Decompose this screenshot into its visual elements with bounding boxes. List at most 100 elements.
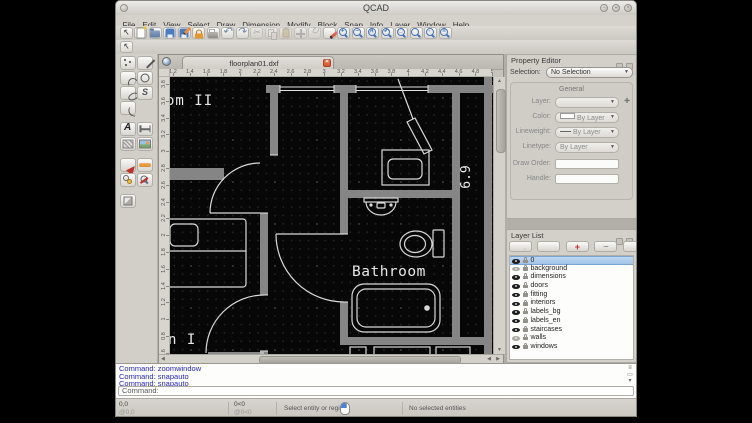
new-file-button[interactable] xyxy=(134,27,147,39)
selection-combobox[interactable]: No Selection ▼ xyxy=(546,67,633,78)
lock-icon[interactable] xyxy=(523,337,528,341)
scroll-down-icon[interactable]: ▼ xyxy=(494,347,505,353)
layer-row-fitting[interactable]: fitting xyxy=(510,291,633,300)
edit-layer-button[interactable] xyxy=(623,241,637,252)
layer-row-labels_en[interactable]: labels_en xyxy=(510,317,633,326)
text-tool-button[interactable] xyxy=(120,122,136,136)
lock-icon[interactable] xyxy=(523,276,528,280)
tab-close-button[interactable]: × xyxy=(323,59,331,67)
linetype-combobox[interactable]: By Layer ▼ xyxy=(555,142,619,153)
auto-zoom-button[interactable] xyxy=(366,27,379,39)
eye-icon[interactable] xyxy=(512,302,520,307)
lock-icon[interactable] xyxy=(523,311,528,315)
layer-row-walls[interactable]: walls xyxy=(510,334,633,343)
layer-row-labels_bg[interactable]: labels_bg xyxy=(510,308,633,317)
lock-icon[interactable] xyxy=(523,302,528,306)
zoom-page-button[interactable] xyxy=(439,27,452,39)
blocks-tool-button[interactable] xyxy=(120,173,136,187)
save-button[interactable] xyxy=(163,27,176,39)
scroll-left-icon[interactable]: ◀ xyxy=(161,356,165,362)
lock-icon[interactable] xyxy=(523,293,528,297)
lock-icon[interactable] xyxy=(523,345,528,349)
polyline-tool-button[interactable] xyxy=(120,101,136,115)
layer-row-staircases[interactable]: staircases xyxy=(510,326,633,335)
eye-icon[interactable] xyxy=(512,275,520,280)
pan-zoom-button[interactable] xyxy=(410,27,423,39)
layer-row-interiors[interactable]: interiors xyxy=(510,299,633,308)
add-layer-button[interactable]: + xyxy=(566,241,589,252)
print-button[interactable] xyxy=(207,27,220,39)
eye-icon[interactable] xyxy=(512,284,520,289)
point-tool-button[interactable] xyxy=(120,56,136,70)
eye-off-icon[interactable] xyxy=(512,267,520,272)
eye-icon[interactable] xyxy=(512,259,520,264)
document-tab[interactable]: floorplan01.dxf × xyxy=(182,56,334,69)
drawing-canvas[interactable]: om II n I Bathroom 6.9 xyxy=(170,77,493,354)
layer-combobox[interactable]: ▼ xyxy=(555,97,619,108)
eye-off-icon[interactable] xyxy=(512,336,520,341)
command-collapse-icon[interactable]: ▾ xyxy=(626,378,634,385)
close-button[interactable]: × xyxy=(624,4,632,12)
zoom-selection-button[interactable] xyxy=(424,27,437,39)
remove-layer-button[interactable]: − xyxy=(594,241,617,252)
undo-button[interactable] xyxy=(221,27,234,39)
selection-pointer-button[interactable] xyxy=(120,41,133,53)
maximize-button[interactable]: + xyxy=(612,4,620,12)
lineweight-combobox[interactable]: By Layer ▼ xyxy=(555,127,619,138)
layer-row-windows[interactable]: windows xyxy=(510,343,633,352)
zoom-in-button[interactable] xyxy=(337,27,350,39)
eye-icon[interactable] xyxy=(512,345,520,350)
handle-input[interactable] xyxy=(555,174,619,184)
draw-pen-button[interactable] xyxy=(323,27,336,39)
eye-icon[interactable] xyxy=(512,319,520,324)
cube-tool-button[interactable] xyxy=(120,194,136,208)
trim-tool-button[interactable] xyxy=(137,158,153,172)
dimension-tool-button[interactable] xyxy=(137,122,153,136)
layer-row-background[interactable]: background xyxy=(510,265,633,274)
redo-button[interactable] xyxy=(236,27,249,39)
lock-icon[interactable] xyxy=(523,285,528,289)
ellipse-tool-button[interactable] xyxy=(120,86,136,100)
lock-icon[interactable] xyxy=(523,260,528,264)
image-tool-button[interactable] xyxy=(137,137,153,151)
eye-icon[interactable] xyxy=(512,328,520,333)
modify-tool-button[interactable] xyxy=(120,158,136,172)
lock-icon[interactable] xyxy=(523,319,528,323)
spline-tool-button[interactable] xyxy=(137,86,153,100)
layer-row-0[interactable]: 0 xyxy=(510,256,633,265)
previous-view-button[interactable] xyxy=(381,27,394,39)
minimize-button[interactable]: − xyxy=(600,4,608,12)
cut-button[interactable] xyxy=(250,27,263,39)
paste-button[interactable] xyxy=(279,27,292,39)
eye-icon[interactable] xyxy=(512,293,520,298)
hatch-tool-button[interactable] xyxy=(120,137,136,151)
command-input[interactable]: Command: xyxy=(118,386,634,396)
vertical-scrollbar[interactable]: ▲ ▼ xyxy=(493,77,505,354)
move-button[interactable] xyxy=(294,27,307,39)
arc-tool-button[interactable] xyxy=(120,71,136,85)
scroll-up-icon[interactable]: ▲ xyxy=(494,78,505,84)
horizontal-scrollbar[interactable]: ◀ ◀ ▶ xyxy=(159,354,503,363)
copy-button[interactable] xyxy=(265,27,278,39)
hide-all-layers-button[interactable] xyxy=(537,241,560,252)
draworder-input[interactable] xyxy=(555,159,619,169)
color-combobox[interactable]: By Layer ▼ xyxy=(555,112,619,123)
lock-icon[interactable] xyxy=(523,328,528,332)
vertical-scroll-thumb[interactable] xyxy=(496,89,506,153)
show-all-layers-button[interactable] xyxy=(509,241,532,252)
scroll-left2-icon[interactable]: ◀ xyxy=(487,356,491,362)
lock-icon[interactable] xyxy=(523,267,528,271)
reset-pointer-button[interactable] xyxy=(120,27,133,39)
layer-row-doors[interactable]: doors xyxy=(510,282,633,291)
rotate-button[interactable] xyxy=(308,27,321,39)
save-as-button[interactable] xyxy=(178,27,191,39)
layer-row-dimensions[interactable]: dimensions xyxy=(510,273,633,282)
line-tool-button[interactable] xyxy=(137,56,153,70)
window-zoom-button[interactable] xyxy=(395,27,408,39)
info-tool-button[interactable] xyxy=(137,173,153,187)
zoom-out-button[interactable] xyxy=(352,27,365,39)
add-layer-button[interactable]: ✚ xyxy=(623,98,631,106)
lock-button[interactable] xyxy=(192,27,205,39)
open-file-button[interactable] xyxy=(149,27,162,39)
scroll-right-icon[interactable]: ▶ xyxy=(496,356,500,362)
